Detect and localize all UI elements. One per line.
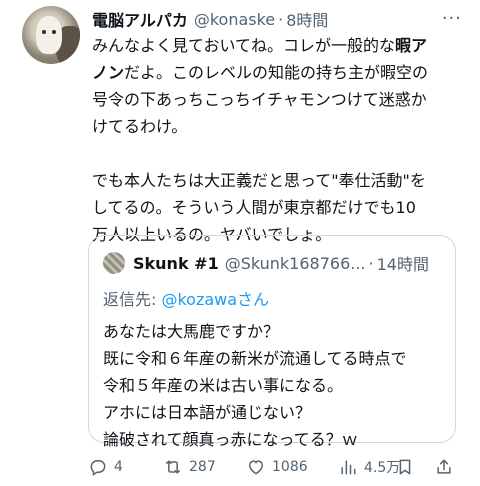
repost-button[interactable]: 287 [163, 454, 216, 480]
reply-button[interactable]: 4 [88, 454, 123, 480]
share-icon [437, 459, 451, 474]
separator-dot: · [368, 253, 374, 273]
quoted-timestamp: 14時間 [376, 255, 429, 274]
share-button[interactable] [434, 454, 460, 480]
quoted-header: Skunk #1 @Skunk168766... · 14時間 [133, 252, 429, 275]
avatar[interactable] [22, 6, 80, 64]
quoted-tweet[interactable]: Skunk #1 @Skunk168766... · 14時間 返信先: @ko… [88, 235, 456, 449]
display-name[interactable]: 電脳アルパカ [92, 7, 188, 31]
user-handle[interactable]: @konaske [194, 10, 275, 29]
tweet-line: 号令の下あっちこっちイチャモンつけて迷惑か [92, 90, 427, 109]
timestamp[interactable]: 8時間 [286, 7, 328, 31]
tweet: 電脳アルパカ @konaske · 8時間 ··· みんなよく見ておいてね。コレ… [0, 0, 480, 486]
bookmark-icon [399, 459, 411, 475]
quoted-line: アホには日本語が通じない？ [103, 403, 312, 422]
reply-mention[interactable]: @kozawa [161, 290, 237, 309]
tweet-body: みんなよく見ておいてね。コレが一般的な暇ア ノンだよ。このレベルの知能の持ち主が… [92, 32, 466, 248]
reply-count: 4 [114, 459, 123, 475]
quoted-handle: @Skunk168766... [224, 253, 366, 273]
bookmark-button[interactable] [395, 454, 421, 480]
tweet-line: みんなよく見ておいてね。コレが一般的な暇ア [92, 36, 428, 55]
separator-dot: · [278, 9, 284, 29]
tweet-line: ノンだよ。このレベルの知能の持ち主が暇空の [92, 63, 429, 82]
tweet-header: 電脳アルパカ @konaske · 8時間 [92, 7, 328, 31]
reply-icon [90, 460, 106, 476]
tweet-line: してるの。そういう人間が東京都だけでも10 [92, 198, 416, 217]
quoted-body: あなたは大馬鹿ですか？ 既に令和６年産の新米が流通してる時点で 令和５年産の米は… [103, 318, 447, 453]
more-options-icon[interactable]: ··· [442, 8, 462, 29]
like-button[interactable]: 1086 [246, 454, 308, 480]
tweet-line: でも本人たちは大正義だと思って"奉仕活動"を [92, 171, 426, 190]
repost-icon [166, 460, 180, 474]
quoted-display-name: Skunk #1 [133, 253, 219, 273]
views-icon [341, 460, 356, 475]
repost-count: 287 [189, 459, 216, 475]
heart-icon [248, 460, 264, 475]
quoted-avatar [103, 252, 125, 274]
tweet-line: けてるわけ。 [92, 117, 188, 136]
quoted-line: あなたは大馬鹿ですか？ [103, 322, 280, 341]
views-button[interactable]: 4.5万 [338, 454, 400, 480]
action-bar: 4 287 1086 4.5万 [88, 454, 468, 480]
reply-context: 返信先: @kozawaさん [103, 290, 270, 309]
quoted-line: 論破されて顔真っ赤になってる？ｗ [103, 430, 358, 449]
quoted-line: 既に令和６年産の新米が流通してる時点で [103, 349, 407, 368]
like-count: 1086 [272, 459, 308, 475]
quoted-line: 令和５年産の米は古い事になる。 [103, 376, 344, 395]
